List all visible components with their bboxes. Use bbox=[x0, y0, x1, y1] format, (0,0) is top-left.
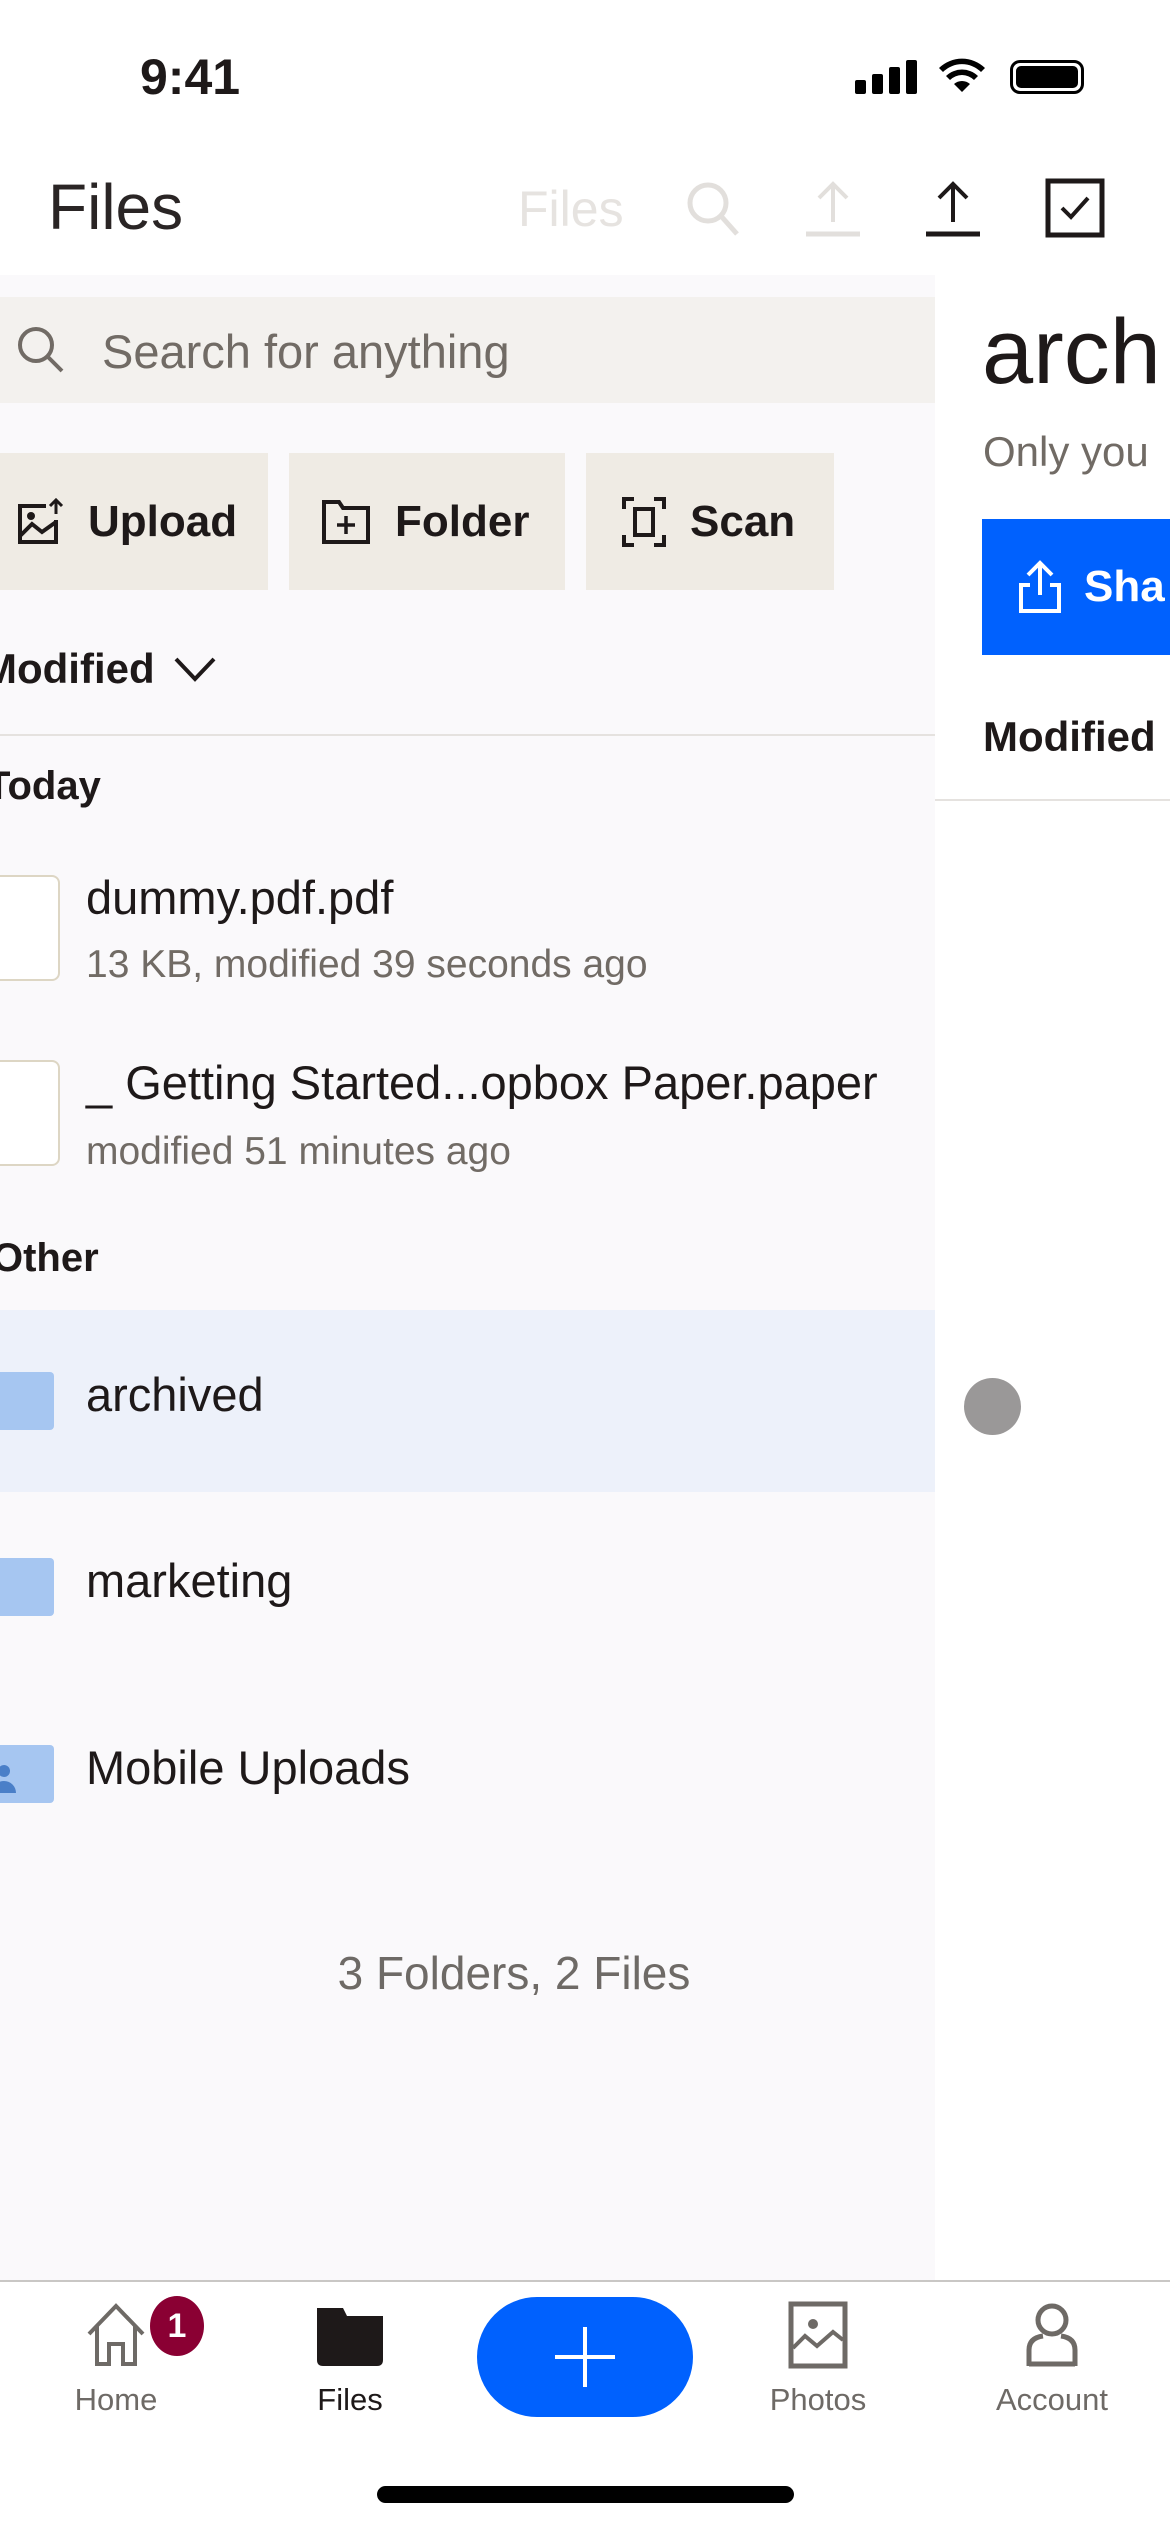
share-icon bbox=[1019, 560, 1061, 613]
section-today: Today bbox=[0, 764, 101, 808]
tab-photos[interactable]: Photos bbox=[728, 2300, 908, 2418]
file-meta: modified 51 minutes ago bbox=[86, 1130, 511, 1173]
new-folder-icon bbox=[322, 499, 370, 544]
folder-name: marketing bbox=[86, 1554, 293, 1607]
scan-button[interactable]: Scan bbox=[586, 453, 834, 590]
photos-icon bbox=[788, 2301, 848, 2369]
file-thumbnail bbox=[0, 1060, 60, 1166]
detail-sort-label[interactable]: Modified bbox=[983, 713, 1156, 761]
divider bbox=[935, 799, 1170, 801]
folder-icon bbox=[0, 1372, 54, 1430]
shared-folder-icon bbox=[0, 1745, 54, 1803]
chevron-down-icon bbox=[174, 657, 216, 682]
notification-badge: 1 bbox=[150, 2296, 204, 2356]
status-time: 9:41 bbox=[140, 49, 241, 105]
share-label: Sha bbox=[1084, 562, 1165, 611]
account-icon bbox=[1026, 2303, 1078, 2367]
tab-home-label: Home bbox=[74, 2382, 158, 2417]
tabbar-divider bbox=[0, 2280, 1170, 2282]
tab-files[interactable]: Files bbox=[260, 2300, 440, 2418]
battery-icon bbox=[1010, 60, 1084, 94]
upload-icon[interactable] bbox=[923, 178, 983, 238]
share-button[interactable]: Sha bbox=[982, 519, 1170, 655]
loading-indicator bbox=[964, 1378, 1021, 1435]
home-icon bbox=[87, 2303, 145, 2366]
search-icon[interactable] bbox=[683, 178, 743, 238]
signal-icon bbox=[855, 60, 917, 94]
summary-text: 3 Folders, 2 Files bbox=[337, 1947, 691, 1999]
tab-home[interactable]: Home 1 bbox=[26, 2296, 206, 2418]
folder-filled-icon bbox=[317, 2308, 383, 2366]
file-name: dummy.pdf.pdf bbox=[86, 871, 394, 924]
select-checkbox-icon[interactable] bbox=[1045, 178, 1105, 238]
tab-photos-label: Photos bbox=[769, 2382, 867, 2417]
search-placeholder: Search for anything bbox=[102, 325, 510, 378]
create-button[interactable] bbox=[477, 2297, 693, 2417]
section-other: Other bbox=[0, 1236, 99, 1280]
scan-icon bbox=[622, 496, 666, 547]
search-icon bbox=[18, 327, 64, 373]
file-meta: 13 KB, modified 39 seconds ago bbox=[86, 943, 648, 986]
home-indicator bbox=[377, 2486, 794, 2503]
sort-label: Modified bbox=[0, 645, 155, 692]
plus-icon bbox=[555, 2327, 615, 2387]
page-title: Files bbox=[48, 171, 184, 243]
detail-title: arch bbox=[982, 301, 1161, 403]
upload-label: Upload bbox=[88, 496, 238, 546]
wifi-icon bbox=[939, 58, 985, 92]
upload-button[interactable]: Upload bbox=[0, 453, 268, 590]
faded-title: Files bbox=[518, 181, 624, 237]
new-folder-button[interactable]: Folder bbox=[289, 453, 565, 590]
file-name: _ Getting Started...opbox Paper.paper bbox=[86, 1056, 878, 1109]
folder-name: archived bbox=[86, 1368, 264, 1421]
folder-icon bbox=[0, 1558, 54, 1616]
folder-name: Mobile Uploads bbox=[86, 1741, 410, 1794]
folder-label: Folder bbox=[395, 496, 530, 546]
tab-account[interactable]: Account bbox=[962, 2300, 1142, 2418]
file-thumbnail bbox=[0, 875, 60, 981]
sort-dropdown[interactable]: Modified bbox=[0, 645, 217, 693]
upload-photo-icon bbox=[18, 497, 64, 544]
scan-label: Scan bbox=[690, 496, 796, 546]
divider bbox=[0, 734, 935, 736]
upload-icon[interactable] bbox=[803, 178, 863, 238]
tab-account-label: Account bbox=[995, 2382, 1108, 2417]
tab-files-label: Files bbox=[317, 2382, 383, 2417]
detail-subtitle: Only you bbox=[983, 428, 1149, 475]
